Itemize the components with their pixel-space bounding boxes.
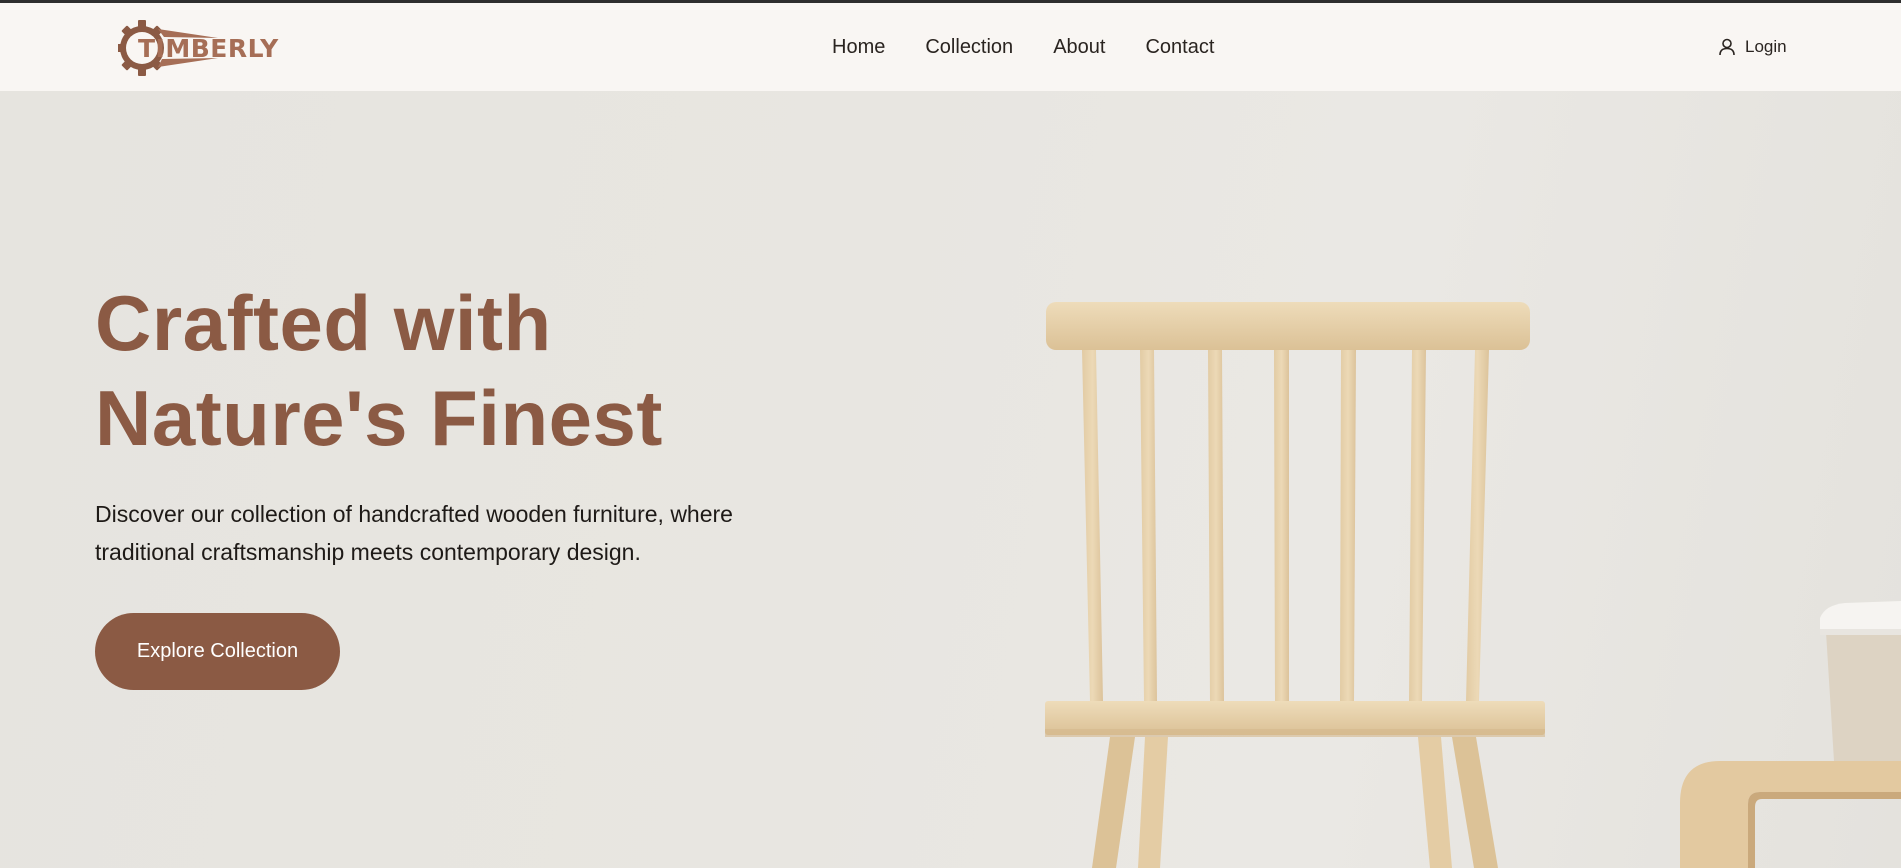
explore-collection-button[interactable]: Explore Collection bbox=[95, 613, 340, 690]
login-label: Login bbox=[1745, 37, 1787, 56]
hero-description: Discover our collection of handcrafted w… bbox=[95, 495, 815, 571]
brand-name: TIMBERLY bbox=[138, 34, 279, 63]
nav-item-about[interactable]: About bbox=[1053, 36, 1105, 59]
hero-description-line-2: traditional craftsmanship meets contempo… bbox=[95, 539, 641, 565]
hero-description-line-1: Discover our collection of handcrafted w… bbox=[95, 501, 733, 527]
brand-logo[interactable]: TIMBERLY bbox=[118, 17, 288, 79]
hero-background-image bbox=[1045, 302, 1901, 868]
hero-title-line-1: Crafted with bbox=[95, 279, 552, 367]
user-icon bbox=[1719, 38, 1735, 56]
main-nav: Home Collection About Contact bbox=[832, 3, 1214, 91]
hero-title-line-2: Nature's Finest bbox=[95, 374, 663, 462]
hero-section: Crafted with Nature's Finest Discover ou… bbox=[0, 91, 1901, 868]
nav-item-home[interactable]: Home bbox=[832, 36, 885, 59]
nav-item-collection[interactable]: Collection bbox=[925, 36, 1013, 59]
login-button[interactable]: Login bbox=[1718, 3, 1787, 91]
nav-item-contact[interactable]: Contact bbox=[1145, 36, 1214, 59]
hero-title: Crafted with Nature's Finest bbox=[95, 276, 895, 466]
site-header: TIMBERLY Home Collection About Contact L… bbox=[0, 3, 1901, 91]
